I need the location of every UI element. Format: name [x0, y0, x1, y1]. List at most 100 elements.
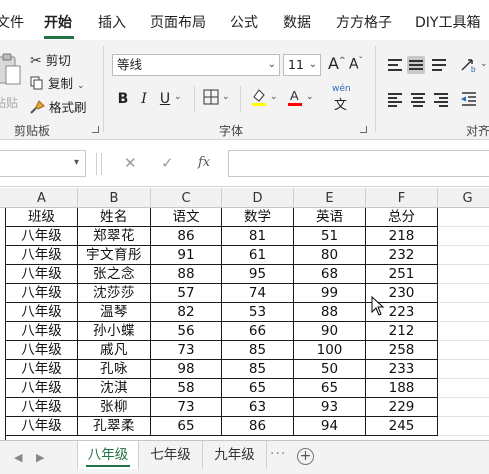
empty-cell[interactable]: [438, 379, 489, 398]
table-cell[interactable]: 孔咏: [78, 360, 151, 379]
chevron-down-icon[interactable]: ⌄: [306, 92, 314, 102]
align-top-button[interactable]: [386, 56, 404, 74]
table-cell[interactable]: 沈莎莎: [78, 284, 151, 303]
empty-cell[interactable]: [438, 227, 489, 246]
table-cell[interactable]: 八年级: [6, 398, 78, 417]
table-cell[interactable]: 68: [294, 265, 366, 284]
empty-cell[interactable]: [438, 322, 489, 341]
tab-insert[interactable]: 插入: [98, 0, 126, 40]
table-cell[interactable]: 八年级: [6, 246, 78, 265]
table-cell[interactable]: 姓名: [78, 208, 151, 227]
table-cell[interactable]: 50: [294, 360, 366, 379]
table-cell[interactable]: 沈淇: [78, 379, 151, 398]
insert-function-icon[interactable]: fx: [198, 155, 210, 170]
table-cell[interactable]: 总分: [366, 208, 438, 227]
borders-icon[interactable]: [203, 89, 219, 105]
table-cell[interactable]: 66: [222, 322, 294, 341]
table-cell[interactable]: 82: [151, 303, 222, 322]
chevron-down-icon[interactable]: ⌄: [270, 92, 278, 102]
table-cell[interactable]: 语文: [151, 208, 222, 227]
table-cell[interactable]: 63: [222, 398, 294, 417]
column-header[interactable]: E: [294, 188, 366, 208]
empty-cell[interactable]: [438, 265, 489, 284]
table-cell[interactable]: 数学: [222, 208, 294, 227]
table-cell[interactable]: 81: [222, 227, 294, 246]
chevron-down-icon[interactable]: ⌄: [480, 59, 488, 69]
table-cell[interactable]: 张之念: [78, 265, 151, 284]
copy-button[interactable]: 复制 ⌄: [30, 73, 85, 92]
sheet-tab-grade9[interactable]: 九年级: [203, 441, 267, 469]
chevron-down-icon[interactable]: ⌄: [174, 92, 182, 102]
table-cell[interactable]: 86: [222, 417, 294, 436]
table-cell[interactable]: 245: [366, 417, 438, 436]
column-header[interactable]: A: [6, 188, 78, 208]
empty-cell[interactable]: [438, 303, 489, 322]
table-cell[interactable]: 58: [151, 379, 222, 398]
table-cell[interactable]: 90: [294, 322, 366, 341]
decrease-indent-icon[interactable]: [460, 90, 478, 108]
table-cell[interactable]: 郑翠花: [78, 227, 151, 246]
table-cell[interactable]: 188: [366, 379, 438, 398]
tab-fangfang[interactable]: 方方格子: [336, 0, 392, 40]
table-cell[interactable]: 英语: [294, 208, 366, 227]
table-cell[interactable]: 八年级: [6, 379, 78, 398]
chevron-down-icon[interactable]: ⌄: [222, 92, 230, 102]
sheet-tab-grade8[interactable]: 八年级: [77, 441, 139, 469]
table-cell[interactable]: 85: [222, 341, 294, 360]
table-cell[interactable]: 51: [294, 227, 366, 246]
grow-font-button[interactable]: A^: [328, 54, 346, 73]
table-cell[interactable]: 65: [151, 417, 222, 436]
empty-cell[interactable]: [438, 360, 489, 379]
font-name-select[interactable]: 等线 ⌄: [112, 54, 280, 76]
add-sheet-button[interactable]: +: [297, 448, 314, 465]
table-cell[interactable]: 张柳: [78, 398, 151, 417]
table-cell[interactable]: 99: [294, 284, 366, 303]
table-cell[interactable]: 212: [366, 322, 438, 341]
column-header[interactable]: G: [438, 188, 489, 208]
table-cell[interactable]: 八年级: [6, 227, 78, 246]
bold-button[interactable]: B: [116, 89, 130, 109]
tab-file[interactable]: 文件: [0, 0, 24, 40]
orientation-icon[interactable]: b: [460, 56, 478, 74]
empty-cell[interactable]: [438, 417, 489, 436]
tab-home[interactable]: 开始: [44, 0, 72, 40]
format-painter-button[interactable]: 格式刷: [30, 97, 87, 116]
sheet-tab-grade7[interactable]: 七年级: [139, 441, 203, 469]
cancel-icon[interactable]: ✕: [124, 154, 137, 172]
table-cell[interactable]: 八年级: [6, 322, 78, 341]
table-cell[interactable]: 八年级: [6, 265, 78, 284]
table-cell[interactable]: 宇文育彤: [78, 246, 151, 265]
align-right-button[interactable]: [432, 90, 450, 108]
table-cell[interactable]: 98: [151, 360, 222, 379]
table-cell[interactable]: 218: [366, 227, 438, 246]
table-cell[interactable]: 57: [151, 284, 222, 303]
empty-cell[interactable]: [438, 341, 489, 360]
italic-button[interactable]: I: [138, 89, 150, 109]
align-left-button[interactable]: [386, 90, 404, 108]
shrink-font-button[interactable]: Aˇ: [349, 56, 363, 73]
align-bottom-button[interactable]: [430, 56, 448, 74]
table-cell[interactable]: 61: [222, 246, 294, 265]
cut-button[interactable]: ✂ 剪切: [30, 50, 71, 69]
table-cell[interactable]: 251: [366, 265, 438, 284]
table-cell[interactable]: 73: [151, 341, 222, 360]
column-header[interactable]: D: [222, 188, 294, 208]
table-cell[interactable]: 八年级: [6, 360, 78, 379]
table-cell[interactable]: 74: [222, 284, 294, 303]
underline-button[interactable]: U: [158, 89, 172, 109]
paste-button[interactable]: 粘贴: [0, 52, 22, 112]
tab-data[interactable]: 数据: [283, 0, 311, 40]
empty-cell[interactable]: [438, 246, 489, 265]
table-cell[interactable]: 85: [222, 360, 294, 379]
table-cell[interactable]: 56: [151, 322, 222, 341]
table-cell[interactable]: 80: [294, 246, 366, 265]
tab-formulas[interactable]: 公式: [230, 0, 258, 40]
table-cell[interactable]: 88: [294, 303, 366, 322]
table-cell[interactable]: 258: [366, 341, 438, 360]
formula-input[interactable]: [228, 150, 489, 177]
table-cell[interactable]: 八年级: [6, 284, 78, 303]
table-cell[interactable]: 温琴: [78, 303, 151, 322]
table-cell[interactable]: 孙小蝶: [78, 322, 151, 341]
phonetic-button[interactable]: wén: [332, 84, 351, 94]
table-cell[interactable]: 八年级: [6, 303, 78, 322]
